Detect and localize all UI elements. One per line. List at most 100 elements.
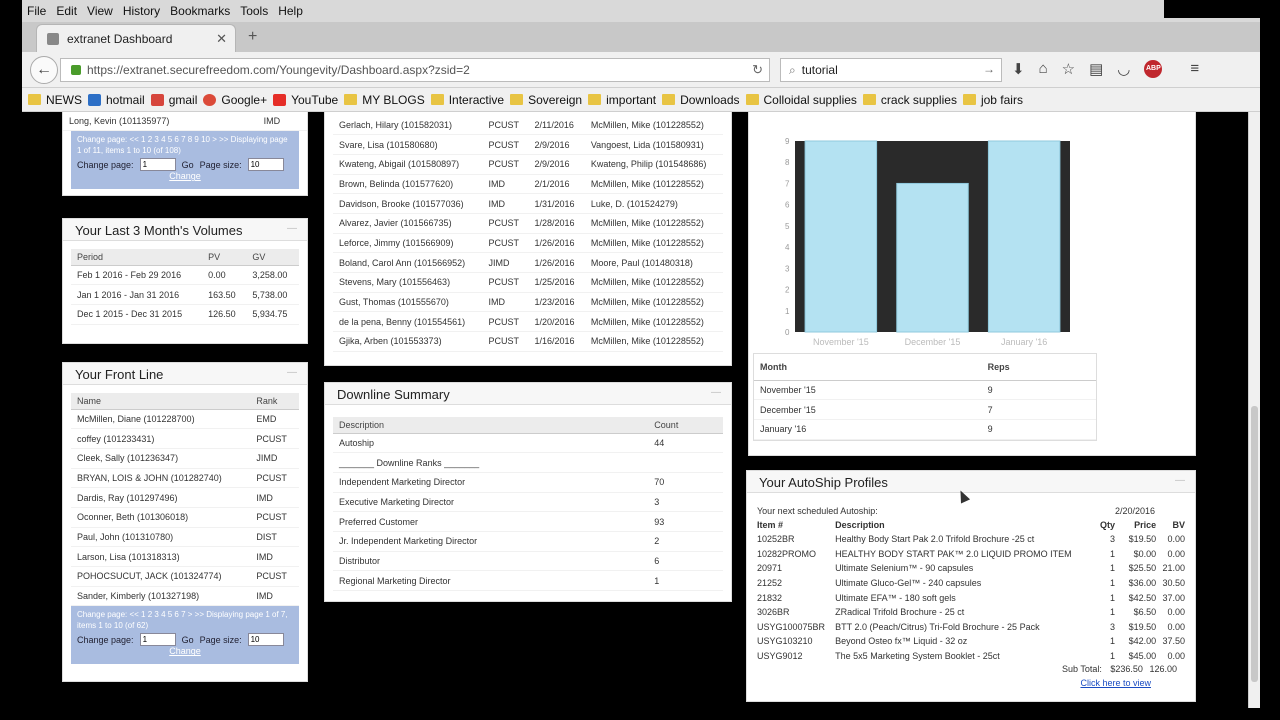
- table-row[interactable]: Sander, Kimberly (101327198) IMD: [71, 586, 299, 607]
- downline-count: 70: [648, 472, 723, 493]
- table-row[interactable]: Stevens, Mary (101556463) PCUST 1/25/2016 M…: [333, 272, 723, 293]
- tab-close-icon[interactable]: ✕: [216, 31, 227, 47]
- table-row[interactable]: Larson, Lisa (101318313) IMD: [71, 546, 299, 567]
- bookmark-hotmail[interactable]: hotmail: [88, 93, 145, 107]
- table-row[interactable]: de la pena, Benny (101554561) PCUST 1/20/2…: [333, 311, 723, 333]
- bookmark-googleplus[interactable]: Google+: [203, 93, 267, 107]
- minimize-icon[interactable]: —: [1175, 475, 1185, 486]
- go-link[interactable]: Go: [182, 160, 194, 170]
- member-rank: PCUST: [482, 115, 529, 136]
- table-row[interactable]: Leforce, Jimmy (101566909) PCUST 1/26/2016…: [333, 233, 723, 254]
- menu-bookmarks[interactable]: Bookmarks: [165, 4, 235, 18]
- table-row[interactable]: coffey (101233431) PCUST: [71, 428, 299, 449]
- table-row[interactable]: BRYAN, LOIS & JOHN (101282740) PCUST: [71, 468, 299, 489]
- autoship-title: Your AutoShip Profiles: [759, 475, 888, 490]
- go-link[interactable]: Go: [182, 635, 194, 645]
- menu-view[interactable]: View: [82, 4, 118, 18]
- menu-edit[interactable]: Edit: [51, 4, 82, 18]
- table-row: Jr. Independent Marketing Director 2: [333, 531, 723, 552]
- page-scrollbar[interactable]: [1248, 112, 1260, 708]
- url-bar[interactable]: https://extranet.securefreedom.com/Young…: [60, 58, 770, 82]
- item-description: HEALTHY BODY START PAK™ 2.0 LIQUID PROMO…: [835, 548, 1072, 559]
- page-size-input[interactable]: [247, 158, 284, 172]
- table-row[interactable]: Davidson, Brooke (101577036) IMD 1/31/2016…: [333, 193, 723, 214]
- col-count: Count: [648, 417, 723, 434]
- minimize-icon[interactable]: —: [287, 223, 297, 234]
- tab-dashboard[interactable]: extranet Dashboard ✕: [36, 24, 236, 52]
- table-row[interactable]: Gerlach, Hilary (101582031) PCUST 2/11/201…: [333, 115, 723, 136]
- menu-help[interactable]: Help: [273, 4, 308, 18]
- table-row[interactable]: Alvarez, Javier (101566735) PCUST 1/28/201…: [333, 213, 723, 234]
- bookmark-crack-supplies[interactable]: crack supplies: [862, 93, 957, 107]
- pager-text[interactable]: Change page: << 1 2 3 4 5 6 7 8 9 10 > >…: [77, 134, 293, 156]
- table-row[interactable]: Gjika, Arben (101553373) PCUST 1/16/2016 Mc…: [333, 331, 723, 352]
- menu-tools[interactable]: Tools: [235, 4, 273, 18]
- table-row[interactable]: Kwateng, Abigail (101580897) PCUST 2/9/201…: [333, 154, 723, 175]
- change-page-input[interactable]: [139, 633, 176, 647]
- adblock-icon[interactable]: ABP: [1144, 60, 1163, 78]
- reload-icon[interactable]: ↻: [752, 62, 763, 78]
- table-row[interactable]: Dardis, Ray (101297496) IMD: [71, 487, 299, 508]
- table-row: 21252 Ultimate Gluco-Gel™ - 240 capsules 1…: [757, 576, 1185, 591]
- change-link[interactable]: Change: [77, 646, 293, 656]
- x-tick-label: December '15: [905, 337, 961, 347]
- bookmark-downloads[interactable]: Downloads: [662, 93, 740, 107]
- bookmark-label: NEWS: [46, 92, 82, 107]
- scrollbar-thumb[interactable]: [1251, 406, 1258, 682]
- bookmark-youtube[interactable]: YouTube: [273, 93, 338, 107]
- reading-list-icon[interactable]: ▤: [1089, 60, 1103, 78]
- member-name: Brown, Belinda (101577620): [333, 174, 483, 195]
- bookmark-my-blogs[interactable]: MY BLOGS: [344, 93, 425, 107]
- member-name: Svare, Lisa (101580680): [333, 134, 483, 155]
- home-icon[interactable]: ⌂: [1039, 60, 1048, 78]
- bookmark-star-icon[interactable]: ☆: [1062, 60, 1075, 78]
- member-rank: EMD: [250, 409, 299, 430]
- new-tab-plus-icon[interactable]: +: [248, 28, 257, 46]
- bookmark-colloidal-supplies[interactable]: Colloidal supplies: [745, 93, 857, 107]
- page-size-input[interactable]: [247, 633, 284, 647]
- minimize-icon[interactable]: —: [711, 387, 721, 398]
- member-name: McMillen, Diane (101228700): [71, 409, 251, 430]
- table-row[interactable]: POHOCSUCUT, JACK (101324774) PCUST: [71, 566, 299, 587]
- table-row[interactable]: Boland, Carol Ann (101566952) JIMD 1/26/20…: [333, 252, 723, 273]
- bookmark-interactive[interactable]: Interactive: [430, 93, 504, 107]
- pocket-icon[interactable]: ◡: [1117, 60, 1130, 78]
- table-row[interactable]: Brown, Belinda (101577620) IMD 2/1/2016 McM…: [333, 174, 723, 195]
- bookmarks-toolbar: NEWS hotmail gmail Google+ YouTube MY BL…: [22, 88, 1260, 112]
- table-row: 21832 Ultimate EFA™ - 180 soft gels 1 $42.5…: [757, 590, 1185, 605]
- autoship-panel: Your AutoShip Profiles — Your next sched…: [746, 470, 1196, 702]
- download-icon[interactable]: ⬇: [1012, 60, 1025, 78]
- menu-file[interactable]: File: [22, 4, 51, 18]
- table-row: Regional Marketing Director 1: [333, 570, 723, 591]
- menu-history[interactable]: History: [118, 4, 165, 18]
- search-go-arrow-icon[interactable]: →: [983, 62, 995, 76]
- table-row[interactable]: McMillen, Diane (101228700) EMD: [71, 409, 299, 430]
- bookmark-news[interactable]: NEWS: [28, 93, 82, 107]
- item-price: $19.50: [1128, 534, 1157, 545]
- table-row[interactable]: Paul, John (101310780) DIST: [71, 527, 299, 548]
- search-box[interactable]: ⌕ tutorial →: [780, 58, 1002, 82]
- view-autoship-link[interactable]: Click here to view: [1080, 678, 1151, 688]
- join-date: 1/25/2016: [528, 272, 585, 293]
- table-row: _______ Downline Ranks _______: [333, 452, 723, 473]
- table-row[interactable]: Svare, Lisa (101580680) PCUST 2/9/2016 Vang…: [333, 134, 723, 155]
- change-page-input[interactable]: [139, 158, 176, 172]
- y-tick-label: 3: [785, 264, 790, 273]
- table-row[interactable]: Oconner, Beth (101306018) PCUST: [71, 507, 299, 528]
- change-link[interactable]: Change: [77, 171, 293, 181]
- table-row: 10252BR Healthy Body Start Pak 2.0 Trifol…: [757, 532, 1185, 547]
- member-rank: PCUST: [482, 331, 529, 352]
- back-arrow-icon[interactable]: ←: [30, 56, 58, 84]
- pager-text[interactable]: Change page: << 1 2 3 4 5 6 7 > >> Displ…: [77, 609, 293, 631]
- bookmark-sovereign[interactable]: Sovereign: [510, 93, 582, 107]
- bookmark-gmail[interactable]: gmail: [150, 93, 197, 107]
- member-name: Larson, Lisa (101318313): [71, 546, 251, 567]
- bookmark-job-fairs[interactable]: job fairs: [962, 93, 1023, 107]
- member-name: Long, Kevin (101135977): [63, 112, 258, 132]
- table-row[interactable]: Gust, Thomas (101555670) IMD 1/23/2016 McMi…: [333, 292, 723, 313]
- sponsor: McMillen, Mike (101228552): [584, 174, 723, 195]
- table-row[interactable]: Cleek, Sally (101236347) JIMD: [71, 448, 299, 469]
- bookmark-important[interactable]: important: [588, 93, 656, 107]
- minimize-icon[interactable]: —: [287, 367, 297, 378]
- menu-hamburger-icon[interactable]: ≡: [1190, 60, 1199, 78]
